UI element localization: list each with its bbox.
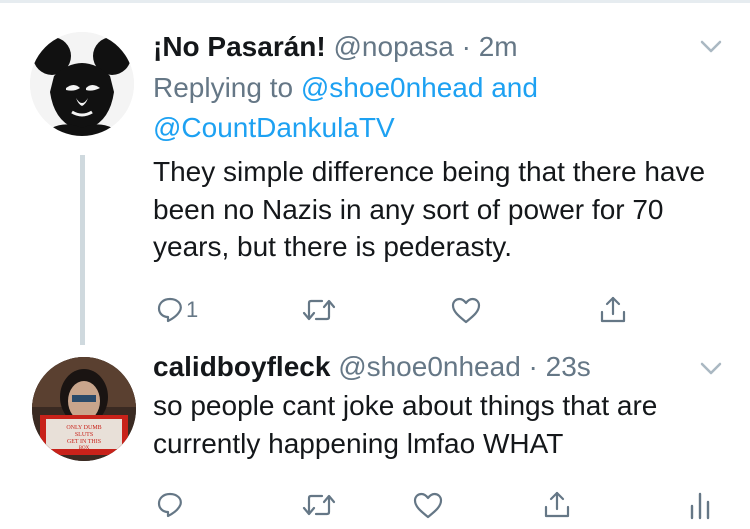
display-name[interactable]: calidboyfleck — [153, 351, 330, 382]
share-button[interactable] — [598, 290, 628, 330]
retweet-button[interactable] — [302, 290, 336, 330]
replying-to: Replying to @shoe0nhead and @CountDankul… — [153, 68, 713, 148]
thread-line — [80, 155, 85, 345]
tweet-header: calidboyfleck @shoe0nhead · 23s — [153, 350, 591, 384]
like-icon — [413, 492, 443, 519]
handle[interactable]: @shoe0nhead — [338, 351, 521, 382]
reply-icon — [157, 297, 182, 323]
reply-mention-2[interactable]: @CountDankulaTV — [153, 112, 395, 143]
tweet-2[interactable]: ONLY DUMB SLUTS GET IN THIS BOX calidboy… — [0, 345, 750, 529]
tweet-1[interactable]: ¡No Pasarán! @nopasa · 2m Replying to @s… — [0, 10, 750, 345]
like-button[interactable] — [412, 485, 444, 525]
analytics-button[interactable] — [688, 485, 712, 525]
retweet-icon — [302, 299, 336, 321]
separator: · — [528, 351, 538, 382]
like-icon — [451, 297, 481, 324]
che-guevara-mouse-ears-avatar-icon — [30, 32, 134, 136]
display-name[interactable]: ¡No Pasarán! — [153, 31, 326, 62]
share-icon — [544, 491, 570, 518]
person-with-sign-avatar-icon: ONLY DUMB SLUTS GET IN THIS BOX — [32, 357, 136, 461]
avatar-sign-text: BOX — [79, 446, 90, 451]
chevron-down-icon[interactable] — [700, 362, 722, 376]
action-bar — [150, 485, 740, 525]
avatar-sign-text: GET IN THIS — [67, 439, 101, 445]
separator: · — [461, 31, 471, 62]
reply-button[interactable] — [156, 485, 184, 525]
timestamp[interactable]: 2m — [479, 31, 518, 62]
reply-mention-1[interactable]: @shoe0nhead — [301, 72, 484, 103]
action-bar: 1 — [150, 290, 740, 330]
avatar-sign-text: SLUTS — [75, 432, 93, 438]
retweet-icon — [302, 494, 336, 516]
tweet-header: ¡No Pasarán! @nopasa · 2m — [153, 30, 518, 64]
like-button[interactable] — [450, 290, 482, 330]
analytics-icon — [690, 492, 710, 520]
tweet-text: so people cant joke about things that ar… — [153, 390, 658, 459]
share-button[interactable] — [542, 485, 572, 525]
tweet-text: They simple difference being that there … — [153, 156, 706, 262]
avatar-sign-text: ONLY DUMB — [66, 425, 101, 431]
top-divider — [0, 0, 750, 3]
retweet-button[interactable] — [302, 485, 336, 525]
reply-prefix: Replying to — [153, 72, 294, 103]
chevron-down-icon[interactable] — [700, 40, 722, 54]
reply-icon — [157, 492, 182, 518]
reply-count: 1 — [186, 297, 199, 322]
share-icon — [600, 296, 626, 323]
reply-button[interactable]: 1 — [156, 290, 198, 330]
reply-conjunction[interactable]: and — [491, 72, 538, 103]
avatar[interactable] — [30, 32, 134, 136]
avatar[interactable]: ONLY DUMB SLUTS GET IN THIS BOX — [32, 357, 136, 461]
timestamp[interactable]: 23s — [546, 351, 591, 382]
handle[interactable]: @nopasa — [334, 31, 454, 62]
